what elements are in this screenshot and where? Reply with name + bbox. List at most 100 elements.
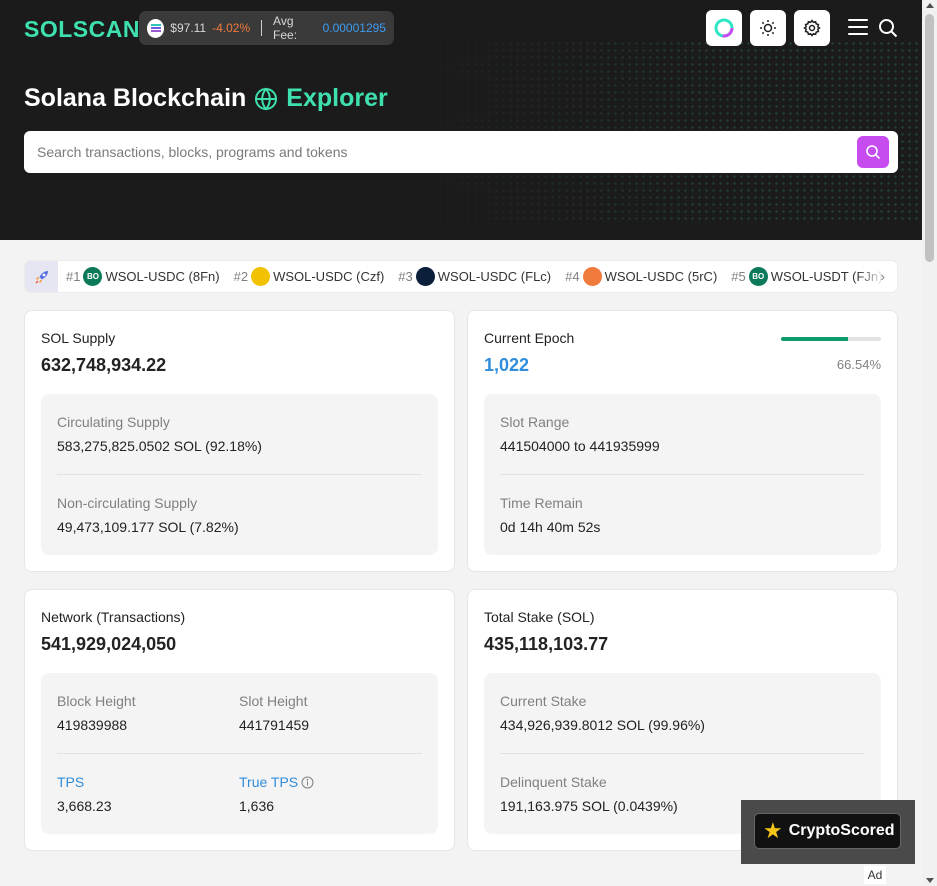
avg-fee-value: 0.00001295 xyxy=(322,21,386,35)
app-logo-button[interactable] xyxy=(706,10,742,46)
trending-pair-name: WSOL-USDC (8Fn) xyxy=(105,269,220,284)
trending-bar: #1 BO WSOL-USDC (8Fn) #2 WSOL-USDC (Czf) #3 WS… xyxy=(24,260,898,293)
search-input[interactable] xyxy=(37,144,898,160)
trending-rank: #3 xyxy=(398,269,413,284)
token-icon: BO xyxy=(748,267,768,286)
avg-fee-label: Avg Fee: xyxy=(273,14,298,42)
search-icon xyxy=(866,145,881,160)
menu-icon[interactable] xyxy=(848,19,868,36)
scrollbar-thumb[interactable] xyxy=(925,14,934,262)
trending-rank: #5 xyxy=(731,269,746,284)
epoch-progress-percent: 66.54% xyxy=(836,357,881,372)
tps-value: 3,668.23 xyxy=(57,798,112,814)
scroll-down-arrow[interactable] xyxy=(926,878,934,883)
epoch-progress-bar xyxy=(781,337,881,341)
search-icon[interactable] xyxy=(877,17,899,39)
scrollbar[interactable] xyxy=(922,0,937,886)
sun-icon xyxy=(760,20,776,36)
ad-badge[interactable]: Ad xyxy=(864,866,886,884)
true-tps-link[interactable]: True TPS xyxy=(239,774,298,790)
card-value: 541,929,024,050 xyxy=(41,634,177,654)
slot-height-value: 441791459 xyxy=(239,717,310,733)
trending-fade xyxy=(857,261,897,292)
trending-item[interactable]: #4 WSOL-USDC (5rC) xyxy=(565,267,717,286)
info-icon[interactable] xyxy=(301,776,314,789)
token-icon xyxy=(582,267,602,286)
globe-icon xyxy=(255,86,278,111)
page-title: Solana Blockchain Explorer xyxy=(24,84,388,113)
delinquent-stake-value: 191,163.975 SOL (0.0439%) xyxy=(500,798,678,814)
chevron-right-icon[interactable]: › xyxy=(881,269,885,284)
slot-range-label: Slot Range xyxy=(500,414,570,430)
delinquent-stake-label: Delinquent Stake xyxy=(500,774,607,790)
search-button[interactable] xyxy=(857,136,889,168)
divider xyxy=(57,753,422,754)
trending-list: #1 BO WSOL-USDC (8Fn) #2 WSOL-USDC (Czf) #3 WS… xyxy=(58,267,897,286)
theme-toggle-button[interactable] xyxy=(750,10,786,46)
tps-link[interactable]: TPS xyxy=(57,774,84,790)
time-remain-label: Time Remain xyxy=(500,495,583,511)
ad-brand: CryptoScored xyxy=(788,822,895,839)
token-icon xyxy=(251,267,271,286)
page-title-main: Solana Blockchain xyxy=(24,84,247,112)
trending-item[interactable]: #1 BO WSOL-USDC (8Fn) xyxy=(66,267,220,286)
epoch-progress-fill xyxy=(781,337,848,341)
trending-rank: #2 xyxy=(233,269,249,284)
circulating-value: 583,275,825.0502 SOL (92.18%) xyxy=(57,438,262,454)
divider xyxy=(500,474,865,475)
trending-pair-name: WSOL-USDC (5rC) xyxy=(604,269,718,284)
card-title: Total Stake (SOL) xyxy=(484,609,595,625)
circulating-label: Circulating Supply xyxy=(57,414,170,430)
epoch-number-link[interactable]: 1,022 xyxy=(484,355,529,376)
advertisement[interactable]: ★ CryptoScored xyxy=(741,800,915,864)
noncirculating-value: 49,473,109.177 SOL (7.82%) xyxy=(57,519,239,535)
current-epoch-card: Current Epoch 1,022 66.54% Slot Range 44… xyxy=(467,310,898,572)
card-title: SOL Supply xyxy=(41,330,116,346)
token-icon: BO xyxy=(83,267,103,286)
epoch-details: Slot Range 441504000 to 441935999 Time R… xyxy=(484,394,881,555)
slot-range-value: 441504000 to 441935999 xyxy=(500,438,660,454)
trending-rocket xyxy=(25,261,58,292)
divider xyxy=(57,474,422,475)
network-card: Network (Transactions) 541,929,024,050 B… xyxy=(24,589,455,851)
card-title: Network (Transactions) xyxy=(41,609,186,625)
price-ticker: $97.11 -4.02% Avg Fee: 0.00001295 xyxy=(139,11,394,45)
gear-icon xyxy=(803,19,821,37)
rocket-icon xyxy=(34,270,48,284)
card-title: Current Epoch xyxy=(484,330,575,346)
trending-pair-name: WSOL-USDC (FLc) xyxy=(437,269,552,284)
card-value: 435,118,103.77 xyxy=(484,634,609,654)
header: SOLSCAN $97.11 -4.02% Avg Fee: 0.0000129… xyxy=(0,0,922,240)
trending-item[interactable]: #3 WSOL-USDC (FLc) xyxy=(398,267,551,286)
sol-price: $97.11 xyxy=(170,21,207,35)
divider xyxy=(261,20,263,36)
page-title-accent: Explorer xyxy=(286,84,388,112)
scroll-up-arrow[interactable] xyxy=(926,3,934,8)
sol-price-change: -4.02% xyxy=(212,21,251,35)
block-height-label: Block Height xyxy=(57,693,136,709)
block-height-value: 419839988 xyxy=(57,717,128,733)
token-icon xyxy=(415,267,435,286)
current-stake-value: 434,926,939.8012 SOL (99.96%) xyxy=(500,717,705,733)
settings-button[interactable] xyxy=(794,10,830,46)
dot-pattern-decoration xyxy=(402,40,922,220)
supply-details: Circulating Supply 583,275,825.0502 SOL … xyxy=(41,394,438,555)
divider xyxy=(500,753,865,754)
solana-icon xyxy=(147,18,165,38)
search-bar xyxy=(24,131,898,173)
ad-banner[interactable]: ★ CryptoScored xyxy=(754,813,901,849)
network-details: Block Height 419839988 Slot Height 44179… xyxy=(41,673,438,834)
time-remain-value: 0d 14h 40m 52s xyxy=(500,519,601,535)
solscan-logo[interactable]: SOLSCAN xyxy=(24,16,140,43)
trending-rank: #4 xyxy=(565,269,580,284)
trending-pair-name: WSOL-USDC (Czf) xyxy=(273,269,385,284)
slot-height-label: Slot Height xyxy=(239,693,308,709)
card-value: 632,748,934.22 xyxy=(41,355,167,375)
app-logo-icon xyxy=(714,18,734,38)
trending-item[interactable]: #2 WSOL-USDC (Czf) xyxy=(233,267,385,286)
true-tps-value: 1,636 xyxy=(239,798,275,814)
current-stake-label: Current Stake xyxy=(500,693,587,709)
sol-supply-card: SOL Supply 632,748,934.22 Circulating Su… xyxy=(24,310,455,572)
star-icon: ★ xyxy=(763,818,783,843)
trending-rank: #1 xyxy=(66,269,81,284)
